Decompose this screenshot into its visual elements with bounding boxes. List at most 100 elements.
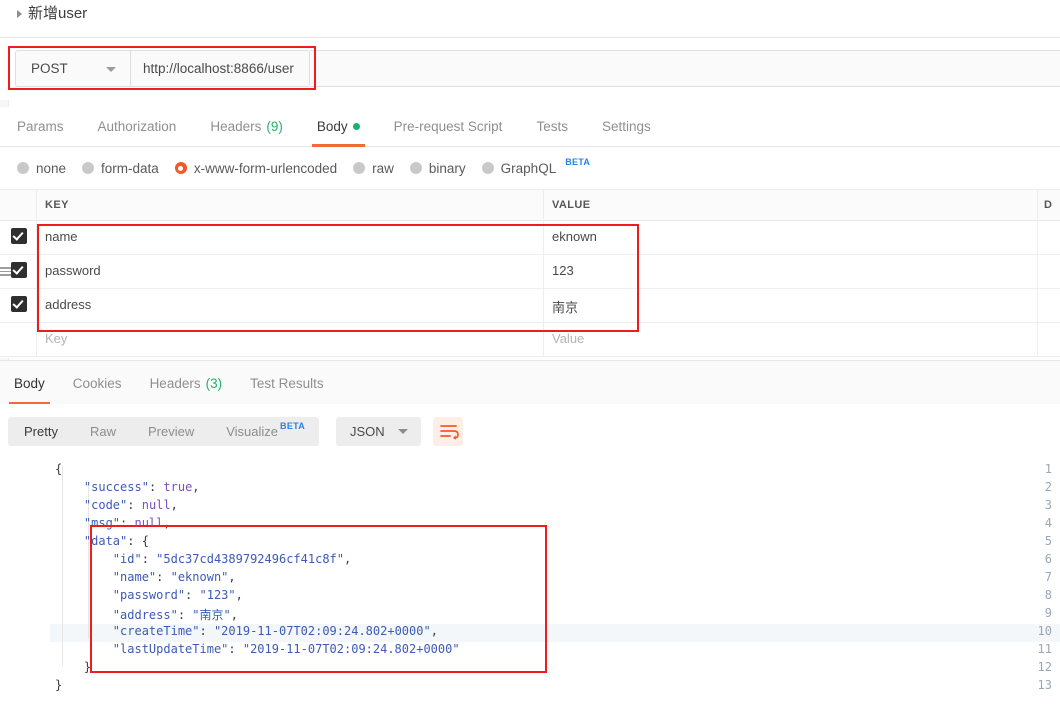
view-mode-label: Raw [89, 424, 116, 439]
body-type-binary[interactable]: binary [409, 160, 466, 176]
row-checkbox[interactable] [11, 296, 27, 312]
body-type-form-data[interactable]: form-data [82, 161, 159, 176]
response-tab-body[interactable]: Body [0, 361, 59, 405]
body-present-dot-icon [352, 123, 360, 130]
table-row[interactable]: address 南京 [0, 288, 1060, 323]
body-type-x-www-form-urlencoded[interactable]: x-www-form-urlencoded [174, 161, 337, 176]
row-description-cell[interactable] [1038, 220, 1060, 254]
request-tab-tests[interactable]: Tests [519, 107, 585, 146]
row-check-cell [0, 254, 37, 288]
row-description-cell[interactable] [1038, 254, 1060, 288]
page-title: 新增user [28, 5, 88, 22]
code-line-text: { [55, 462, 63, 476]
row-value-placeholder: Value [552, 331, 585, 346]
chevron-down-icon [398, 429, 408, 434]
url-input[interactable]: http://localhost:8866/user [130, 50, 310, 87]
response-tab-test-results[interactable]: Test Results [236, 361, 338, 405]
url-bar-area: POST http://localhost:8866/user [0, 38, 1060, 100]
response-view-mode-group: Pretty Raw Preview Visualize BETA [8, 417, 320, 446]
view-mode-label: Visualize [226, 424, 279, 439]
row-key-cell[interactable]: password [37, 254, 544, 288]
radio-button-icon[interactable] [17, 162, 29, 174]
code-line-number: 4 [1044, 516, 1052, 530]
row-key-cell[interactable]: name [37, 220, 544, 254]
row-check-cell [0, 322, 37, 356]
response-tab-cookies[interactable]: Cookies [59, 361, 136, 405]
row-key-text: name [45, 229, 78, 244]
code-line-text: "msg": null, [83, 516, 171, 530]
response-body-code[interactable]: 1 {2 "success": true, 3 "code": null, 4 "ms… [0, 458, 1060, 710]
request-tab-authorization[interactable]: Authorization [81, 107, 194, 146]
response-tab-label: Headers [149, 375, 201, 391]
drag-handle-icon[interactable] [0, 267, 11, 276]
body-type-graphql[interactable]: GraphQL BETA [481, 157, 590, 176]
request-tab-params[interactable]: Params [0, 107, 81, 146]
column-header-description: D [1044, 199, 1053, 211]
row-description-cell[interactable] [1038, 322, 1060, 356]
header-cell-key: KEY [37, 190, 544, 220]
method-select[interactable]: POST [15, 50, 130, 87]
row-key-placeholder: Key [45, 331, 68, 346]
view-mode-label: Preview [147, 424, 195, 439]
radio-button-icon[interactable] [174, 162, 187, 174]
code-line-text: "success": true, [83, 480, 200, 494]
radio-button-icon[interactable] [409, 162, 422, 174]
row-value-text: 南京 [552, 300, 579, 315]
table-row[interactable]: password 123 [0, 254, 1060, 289]
response-tab-label: Body [14, 375, 45, 391]
row-checkbox[interactable] [11, 228, 27, 244]
body-type-label: binary [428, 160, 466, 176]
radio-button-icon[interactable] [481, 162, 494, 174]
code-line-text: "lastUpdateTime": "2019-11-07T02:09:24.8… [112, 642, 460, 656]
beta-badge: BETA [280, 420, 306, 431]
radio-button-icon[interactable] [353, 162, 366, 174]
code-line-number: 3 [1044, 498, 1052, 512]
row-value-text: eknown [552, 229, 597, 244]
row-value-cell[interactable]: Value [544, 322, 1038, 356]
response-format-select[interactable]: JSON [336, 417, 421, 446]
view-mode-raw[interactable]: Raw [74, 417, 132, 446]
code-line-number: 13 [1037, 678, 1052, 692]
request-tab-headers[interactable]: Headers (9) [193, 107, 300, 146]
triangle-right-icon[interactable] [17, 10, 22, 18]
url-input-extension[interactable] [310, 50, 1060, 87]
row-value-cell[interactable]: eknown [544, 220, 1038, 254]
header-cell-description: D [1038, 190, 1060, 220]
response-tab-headers[interactable]: Headers (3) [136, 361, 237, 405]
view-mode-visualize[interactable]: Visualize BETA [210, 417, 319, 446]
request-tab-body[interactable]: Body [300, 107, 377, 147]
row-description-cell[interactable] [1038, 288, 1060, 322]
row-key-cell[interactable]: address [37, 288, 544, 322]
radio-button-icon[interactable] [82, 162, 95, 174]
wrap-text-button[interactable] [433, 417, 463, 446]
view-mode-pretty[interactable]: Pretty [8, 417, 74, 446]
body-type-none[interactable]: none [17, 161, 66, 176]
chevron-down-icon [106, 67, 116, 72]
view-mode-preview[interactable]: Preview [132, 417, 210, 446]
row-key-cell[interactable]: Key [37, 322, 544, 356]
request-tab-label: Headers [210, 119, 262, 134]
row-value-cell[interactable]: 123 [544, 254, 1038, 288]
response-tab-label: Cookies [72, 375, 122, 391]
request-tabs: Params Authorization Headers (9) Body Pre-req… [0, 107, 1060, 147]
body-type-label: form-data [101, 160, 159, 176]
body-type-radio-group: none form-data x-www-form-urlencoded raw bin… [0, 147, 1060, 190]
request-tab-settings[interactable]: Settings [585, 107, 668, 146]
row-key-text: address [45, 297, 92, 312]
row-value-cell[interactable]: 南京 [544, 288, 1038, 322]
code-line-number: 2 [1044, 480, 1052, 494]
body-type-raw[interactable]: raw [353, 161, 394, 176]
code-line-number: 12 [1037, 660, 1052, 674]
request-tab-label: Settings [601, 119, 651, 134]
postman-window: 新增user POST http://localhost:8866/user P… [0, 0, 1060, 710]
beta-badge: BETA [565, 157, 591, 167]
code-line-text: "code": null, [83, 498, 178, 512]
request-tab-pre-request-script[interactable]: Pre-request Script [377, 107, 520, 146]
table-row[interactable]: name eknown [0, 220, 1060, 255]
request-title-wrap[interactable]: 新增user [17, 4, 87, 24]
table-row-placeholder[interactable]: Key Value [0, 322, 1060, 357]
code-line-text: } [55, 660, 92, 674]
row-checkbox[interactable] [11, 262, 27, 278]
column-header-value: VALUE [552, 199, 591, 211]
request-tab-label: Authorization [97, 119, 177, 134]
